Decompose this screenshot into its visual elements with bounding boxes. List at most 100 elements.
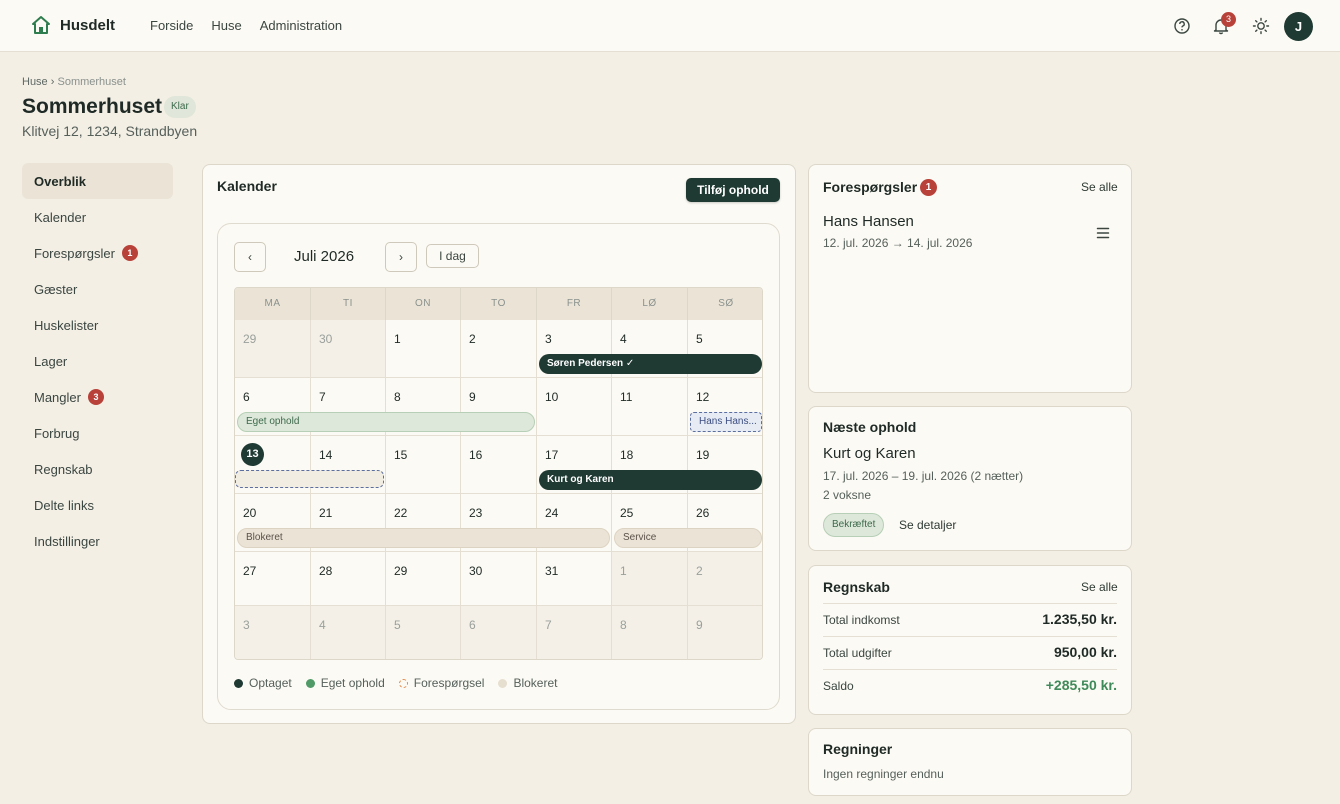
calendar-day[interactable]: 2 [461,320,537,378]
accounting-label: Saldo [823,679,854,693]
calendar-day[interactable]: 4 [311,606,386,659]
accounting-row-income: Total indkomst 1.235,50 kr. [823,603,1117,636]
day-number: 10 [545,390,559,404]
sidebar-count-badge: 1 [121,245,138,261]
sidebar-item-label: Mangler [34,389,81,405]
sidebar-item-mangler[interactable]: Mangler 3 [22,379,173,415]
calendar-day[interactable]: 30 [461,552,537,606]
help-icon[interactable] [1173,17,1191,35]
breadcrumb-current: Sommerhuset [57,76,126,88]
requests-card [808,164,1132,393]
calendar-event[interactable]: Hans Hans... [690,412,762,432]
calendar-day[interactable]: 15 [386,436,461,494]
accounting-label: Total indkomst [823,613,900,627]
weekday-header: SØ [688,288,762,320]
add-stay-button[interactable]: Tilføj ophold [686,178,780,202]
brand[interactable]: Husdelt [31,15,115,35]
calendar-day[interactable]: 3 [235,606,311,659]
legend-label: Forespørgsel [413,676,485,690]
day-number: 19 [696,448,710,462]
calendar-day[interactable]: 7 [537,606,612,659]
weekday-header: LØ [612,288,688,320]
calendar-event[interactable]: Service [614,528,762,548]
calendar-day[interactable]: 9 [688,606,762,659]
requests-see-all-link[interactable]: Se alle [1081,180,1118,194]
sidebar-item-indstillinger[interactable]: Indstillinger [22,523,173,559]
breadcrumb-parent[interactable]: Huse [22,76,48,88]
nav-huse[interactable]: Huse [211,18,241,33]
calendar-legend: Optaget Eget ophold Forespørgsel Blokeret [234,676,557,690]
legend-item: Blokeret [498,676,557,690]
calendar-day[interactable]: 6 [461,606,537,659]
sidebar-item-forespoergsler[interactable]: Forespørgsler 1 [22,235,173,271]
calendar-day[interactable]: 16 [461,436,537,494]
day-number: 7 [545,618,552,632]
legend-label: Optaget [249,676,292,690]
calendar-grid: MA TI ON TO FR LØ SØ 29 30 1 2 3 4 5 6 7 8 9 10 11 12 13 14 15 1… [234,287,763,660]
calendar-day[interactable]: 27 [235,552,311,606]
calendar-day[interactable]: 1 [612,552,688,606]
day-number: 2 [469,332,476,346]
breadcrumb-separator: › [50,76,55,88]
page-title: Sommerhuset [22,95,163,118]
weekday-header: TO [461,288,537,320]
nav-forside[interactable]: Forside [150,18,193,33]
sidebar-item-label: Huskelister [34,317,99,333]
accounting-row-expenses: Total udgifter 950,00 kr. [823,636,1117,669]
calendar-day[interactable]: 10 [537,378,612,436]
accounting-value: 950,00 kr. [1053,644,1117,660]
day-number: 4 [319,618,326,632]
sidebar-item-kalender[interactable]: Kalender [22,199,173,235]
calendar-day[interactable]: 29 [386,552,461,606]
calendar-day[interactable]: 28 [311,552,386,606]
calendar-event[interactable]: Eget ophold [237,412,535,432]
calendar-day[interactable]: 8 [612,606,688,659]
sidebar-item-regnskab[interactable]: Regnskab [22,451,173,487]
day-number: 1 [394,332,401,346]
sun-icon[interactable] [1252,17,1270,35]
accounting-row-balance: Saldo +285,50 kr. [823,669,1117,702]
calendar-day[interactable]: 2 [688,552,762,606]
house-logo-icon [32,16,50,34]
day-number: 5 [696,332,703,346]
today-button[interactable]: I dag [426,244,479,268]
prev-month-button[interactable]: ‹ [234,242,266,272]
notification-badge: 3 [1221,12,1236,27]
see-details-link[interactable]: Se detaljer [899,518,956,532]
calendar-day[interactable]: 29 [235,320,311,378]
sidebar-item-delte-links[interactable]: Delte links [22,487,173,523]
day-number: 5 [394,618,401,632]
house-address: Klitvej 12, 1234, Strandbyen [22,123,198,139]
user-avatar[interactable]: J [1284,12,1313,41]
day-number: 30 [469,564,483,578]
request-dates: 12. jul. 2026 → 14. jul. 2026 [823,236,973,250]
legend-dot [234,679,243,688]
calendar-day[interactable]: 30 [311,320,386,378]
accounting-see-all-link[interactable]: Se alle [1081,580,1118,594]
day-number: 4 [620,332,627,346]
day-number: 7 [319,390,326,404]
sidebar-item-overblik[interactable]: Overblik [22,163,173,199]
menu-icon[interactable] [1096,226,1110,240]
sidebar-item-huskelister[interactable]: Huskelister [22,307,173,343]
day-number: 8 [620,618,627,632]
sidebar: Overblik Kalender Forespørgsler 1 Gæster … [22,163,173,559]
calendar-day[interactable]: 31 [537,552,612,606]
calendar-day[interactable]: 11 [612,378,688,436]
sidebar-item-forbrug[interactable]: Forbrug [22,415,173,451]
sidebar-item-lager[interactable]: Lager [22,343,173,379]
next-stay-guests: 2 voksne [823,488,872,502]
calendar-day[interactable]: 1 [386,320,461,378]
nav-administration[interactable]: Administration [260,18,342,33]
next-month-button[interactable]: › [385,242,417,272]
sidebar-item-gaester[interactable]: Gæster [22,271,173,307]
request-guest-name[interactable]: Hans Hansen [823,213,914,230]
calendar-event[interactable]: Søren Pedersen ✓ [539,354,762,374]
calendar-event[interactable]: Kurt og Karen [539,470,762,490]
calendar-event[interactable]: Blokeret [237,528,610,548]
calendar-event[interactable] [235,470,384,488]
bills-card [808,728,1132,796]
calendar-day[interactable]: 5 [386,606,461,659]
sidebar-item-label: Gæster [34,281,78,297]
legend-dot [498,679,508,688]
